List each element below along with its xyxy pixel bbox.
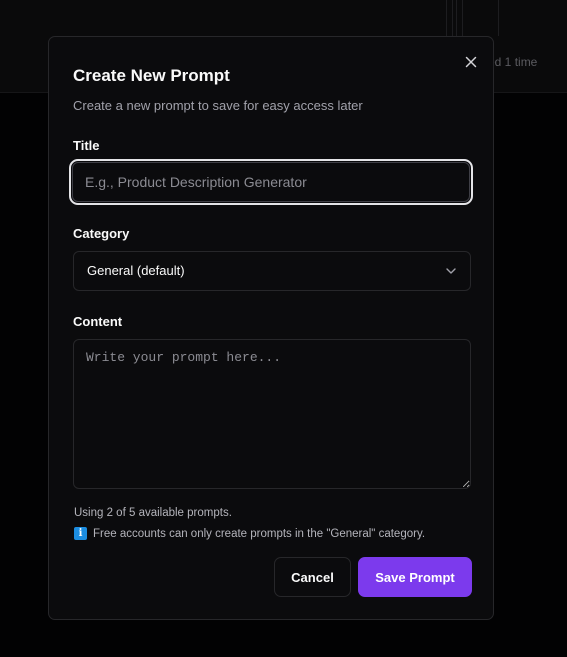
- category-select[interactable]: General (default): [73, 251, 471, 291]
- notice-text: Free accounts can only create prompts in…: [93, 527, 426, 540]
- title-label: Title: [73, 138, 100, 153]
- dialog-title: Create New Prompt: [73, 66, 230, 85]
- close-button[interactable]: [463, 54, 479, 70]
- content-label: Content: [73, 314, 123, 329]
- close-icon: [465, 56, 477, 68]
- save-prompt-button[interactable]: Save Prompt: [358, 557, 472, 597]
- info-icon: i: [74, 527, 87, 540]
- usage-text: Using 2 of 5 available prompts.: [74, 507, 232, 519]
- create-prompt-dialog: Create New Prompt Create a new prompt to…: [48, 36, 494, 620]
- category-notice: i Free accounts can only create prompts …: [74, 527, 425, 540]
- cancel-button[interactable]: Cancel: [274, 557, 351, 597]
- category-selected-value: General (default): [87, 263, 185, 278]
- category-label: Category: [73, 226, 130, 241]
- title-input[interactable]: [69, 159, 473, 205]
- content-textarea[interactable]: [73, 339, 471, 489]
- dialog-subtitle: Create a new prompt to save for easy acc…: [73, 98, 363, 113]
- chevron-down-icon: [446, 268, 456, 274]
- background-decoration: [436, 0, 506, 36]
